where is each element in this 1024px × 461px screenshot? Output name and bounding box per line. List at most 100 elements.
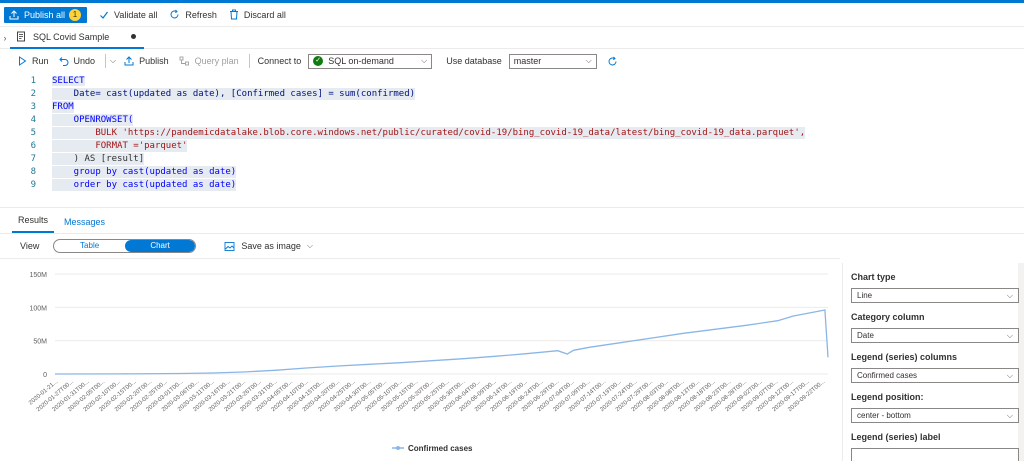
- validate-all-button[interactable]: Validate all: [99, 10, 157, 20]
- view-toggle[interactable]: Table Chart: [53, 239, 197, 253]
- line-number: 8: [30, 167, 36, 177]
- chevron-down-icon: ⌵: [421, 56, 428, 65]
- discard-all-button[interactable]: Discard all: [229, 9, 286, 20]
- chevron-down-icon: ⌵: [306, 241, 313, 250]
- discard-all-label: Discard all: [243, 9, 286, 20]
- code-line-text: FORMAT ='parquet': [52, 140, 188, 152]
- chart-type-field: Chart type Line ⌵: [851, 272, 1019, 303]
- code-line-text: group by cast(updated as date): [52, 166, 237, 178]
- tab-messages[interactable]: Messages: [58, 217, 111, 233]
- category-column-value: Date: [857, 331, 874, 340]
- pending-changes-badge: 1: [69, 8, 82, 21]
- save-as-image-label: Save as image: [241, 241, 301, 251]
- view-toolbar: View Table Chart Save as image ⌵: [0, 236, 1024, 256]
- run-label: Run: [32, 56, 49, 66]
- undo-button[interactable]: Undo: [58, 56, 96, 66]
- unsaved-indicator: [131, 34, 137, 39]
- tab-title: SQL Covid Sample: [33, 31, 110, 42]
- refresh-label: Refresh: [185, 9, 217, 20]
- chevron-down-icon: ⌵: [585, 56, 592, 65]
- code-line: 8 group by cast(updated as date): [0, 166, 1024, 178]
- legend-position-field: Legend position: center - bottom ⌵: [851, 392, 1019, 423]
- legend-columns-select[interactable]: Confirmed cases ⌵: [851, 368, 1019, 383]
- code-line: 5 BULK 'https://pandemicdatalake.blob.co…: [0, 127, 1024, 139]
- undo-dropdown-button[interactable]: ⌵: [110, 56, 116, 66]
- chart-type-select[interactable]: Line ⌵: [851, 288, 1019, 303]
- toggle-table[interactable]: Table: [54, 240, 125, 252]
- play-icon: [18, 56, 27, 66]
- category-column-field: Category column Date ⌵: [851, 312, 1019, 343]
- trash-icon: [229, 9, 239, 20]
- legend-columns-value: Confirmed cases: [857, 371, 918, 380]
- toggle-chart[interactable]: Chart: [124, 240, 196, 252]
- refresh-databases-icon[interactable]: [607, 56, 618, 67]
- code-line-text: FROM: [52, 101, 74, 113]
- main-toolbar: Publish all 1 Validate all Refresh Disca…: [0, 3, 1024, 27]
- publish-icon: [9, 9, 19, 20]
- line-number: 5: [30, 128, 36, 138]
- query-plan-label: Query plan: [194, 56, 239, 66]
- publish-button[interactable]: Publish: [124, 56, 169, 66]
- chevron-right-icon[interactable]: ›: [0, 33, 10, 43]
- tab-results[interactable]: Results: [12, 215, 55, 233]
- code-line-text: Date= cast(updated as date), [Confirmed …: [52, 88, 416, 100]
- y-tick-label: 50M: [33, 339, 47, 346]
- code-line: 1 SELECT: [0, 75, 1024, 87]
- publish-icon: [124, 56, 134, 66]
- y-tick-label: 150M: [29, 272, 47, 279]
- code-line-text: ) AS [result]: [52, 153, 145, 165]
- chart-area: 150M 100M 50M 0 2020-01-21... 2020-01-27T00..…: [0, 258, 840, 461]
- legend-label-label: Legend (series) label: [851, 432, 941, 442]
- run-button[interactable]: Run: [18, 56, 49, 66]
- legend-swatch-marker: [396, 446, 400, 450]
- connect-to-select[interactable]: ✓ SQL on-demand ⌵: [308, 53, 433, 69]
- refresh-button[interactable]: Refresh: [169, 9, 217, 20]
- undo-icon: [58, 56, 69, 66]
- y-tick-label: 0: [43, 372, 47, 379]
- line-chart: 150M100M50M02020-01-21...2020-01-27T00..…: [28, 272, 829, 453]
- line-number: 3: [30, 102, 36, 112]
- publish-all-button[interactable]: Publish all 1: [4, 6, 88, 23]
- chevron-down-icon: ⌵: [1006, 370, 1013, 380]
- connected-status-icon: ✓: [313, 56, 324, 66]
- publish-all-label: Publish all: [24, 9, 66, 20]
- code-line-text: BULK 'https://pandemicdatalake.blob.core…: [52, 127, 806, 139]
- tab-sql-covid-sample[interactable]: SQL Covid Sample: [10, 26, 145, 49]
- undo-label: Undo: [73, 56, 96, 66]
- code-line-text: OPENROWSET(: [52, 114, 134, 126]
- connect-to-value: SQL on-demand: [328, 56, 394, 66]
- line-number: 4: [30, 115, 36, 125]
- chevron-down-icon: ⌵: [1006, 290, 1013, 300]
- checkmark-icon: [99, 10, 109, 20]
- image-icon: [224, 241, 235, 252]
- toolbar-separator: [248, 54, 250, 68]
- legend-position-select[interactable]: center - bottom ⌵: [851, 408, 1019, 423]
- chart-type-label: Chart type: [851, 272, 896, 282]
- code-line: 4 OPENROWSET(: [0, 114, 1024, 126]
- view-label: View: [20, 241, 40, 251]
- publish-label: Publish: [139, 56, 169, 66]
- line-number: 9: [30, 180, 36, 190]
- use-database-label: Use database: [446, 56, 502, 66]
- query-plan-button[interactable]: Query plan: [179, 56, 239, 66]
- code-line: 3 FROM: [0, 101, 1024, 113]
- legend-columns-label: Legend (series) columns: [851, 352, 958, 362]
- results-tab-strip: Results Messages: [0, 210, 1024, 234]
- use-database-select[interactable]: master ⌵: [508, 53, 597, 69]
- query-plan-icon: [179, 56, 190, 66]
- validate-all-label: Validate all: [114, 9, 158, 20]
- chart-settings-pane: Chart type Line ⌵ Category column Date ⌵…: [842, 263, 1024, 461]
- code-line-text: SELECT: [52, 76, 85, 86]
- category-column-select[interactable]: Date ⌵: [851, 328, 1019, 343]
- legend-label-input[interactable]: [851, 448, 1019, 461]
- sql-code-editor[interactable]: 1 SELECT 2 Date= cast(updated as date), …: [0, 73, 1024, 208]
- line-number: 2: [30, 89, 36, 99]
- chart-type-value: Line: [857, 291, 873, 300]
- code-line: 7 ) AS [result]: [0, 153, 1024, 165]
- series-line-confirmed-cases: [54, 309, 829, 375]
- query-toolbar: Run Undo ⌵ Publish Query plan Connect to…: [0, 49, 1024, 73]
- save-as-image-button[interactable]: Save as image ⌵: [224, 241, 313, 252]
- refresh-icon: [169, 9, 180, 20]
- line-number: 7: [30, 154, 36, 164]
- editor-tab-strip: › SQL Covid Sample: [0, 26, 1024, 49]
